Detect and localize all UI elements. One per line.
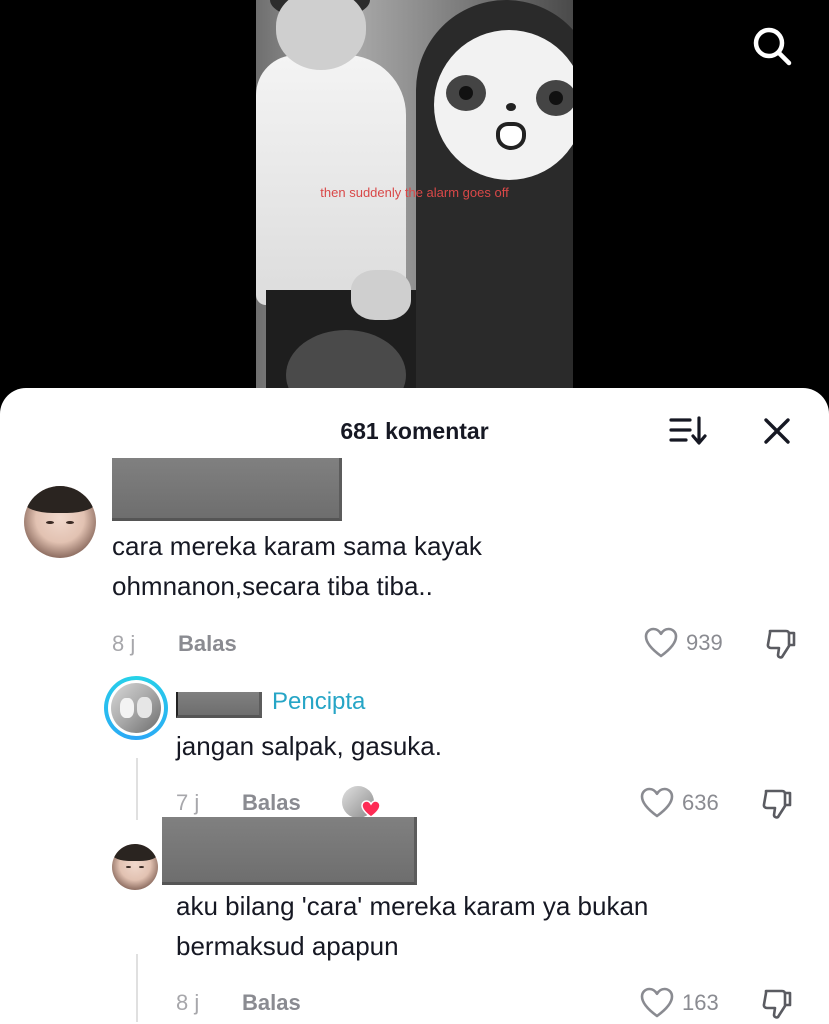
creator-avatar[interactable] — [104, 676, 168, 740]
comment-time: 8 j — [112, 631, 136, 656]
heart-outline-icon — [640, 987, 674, 1018]
comment-time: 8 j — [176, 990, 200, 1015]
redacted-username — [162, 817, 417, 885]
comment-text: jangan salpak, gasuka. — [176, 731, 442, 761]
dislike-button[interactable] — [764, 627, 798, 661]
avatar[interactable] — [112, 844, 158, 890]
comments-sheet: 681 komentar cara mereka karam sama kaya… — [0, 388, 829, 1024]
like-count: 939 — [686, 630, 723, 655]
heart-outline-icon — [644, 627, 678, 658]
search-button[interactable] — [748, 22, 796, 70]
close-button[interactable] — [758, 412, 796, 450]
close-icon — [764, 418, 790, 444]
thread-line — [136, 758, 138, 820]
dislike-button[interactable] — [760, 987, 794, 1021]
reply-button[interactable]: Balas — [242, 990, 301, 1016]
thumbs-down-icon — [766, 629, 796, 659]
thumbs-down-icon — [762, 789, 792, 819]
heart-outline-icon — [640, 787, 674, 818]
creator-label: Pencipta — [272, 688, 366, 715]
video-caption: then suddenly the alarm goes off — [320, 185, 509, 200]
redacted-username — [112, 458, 342, 521]
like-count: 636 — [682, 790, 719, 815]
comment-text: cara mereka karam sama kayak ohmnanon,se… — [112, 531, 482, 601]
thumbs-down-icon — [762, 989, 792, 1019]
person-figure — [256, 55, 406, 305]
avatar[interactable] — [24, 486, 96, 558]
reply-button[interactable]: Balas — [178, 631, 237, 657]
video-player[interactable]: then suddenly the alarm goes off — [256, 0, 573, 400]
search-icon — [753, 27, 792, 66]
like-button[interactable]: 163 — [640, 986, 719, 1020]
dislike-button[interactable] — [760, 787, 794, 821]
redacted-username — [176, 692, 262, 718]
sort-icon — [669, 416, 707, 445]
screen: then suddenly the alarm goes off 681 kom… — [0, 0, 829, 1024]
like-button[interactable]: 939 — [644, 626, 723, 660]
sort-button[interactable] — [668, 414, 708, 448]
comment-time: 7 j — [176, 790, 200, 815]
like-button[interactable]: 636 — [640, 786, 719, 820]
reply-button[interactable]: Balas — [242, 790, 301, 816]
thread-line — [136, 954, 138, 1022]
comment-text: aku bilang 'cara' mereka karam ya bukan … — [176, 891, 649, 961]
heart-badge-icon — [361, 800, 381, 818]
like-count: 163 — [682, 990, 719, 1015]
